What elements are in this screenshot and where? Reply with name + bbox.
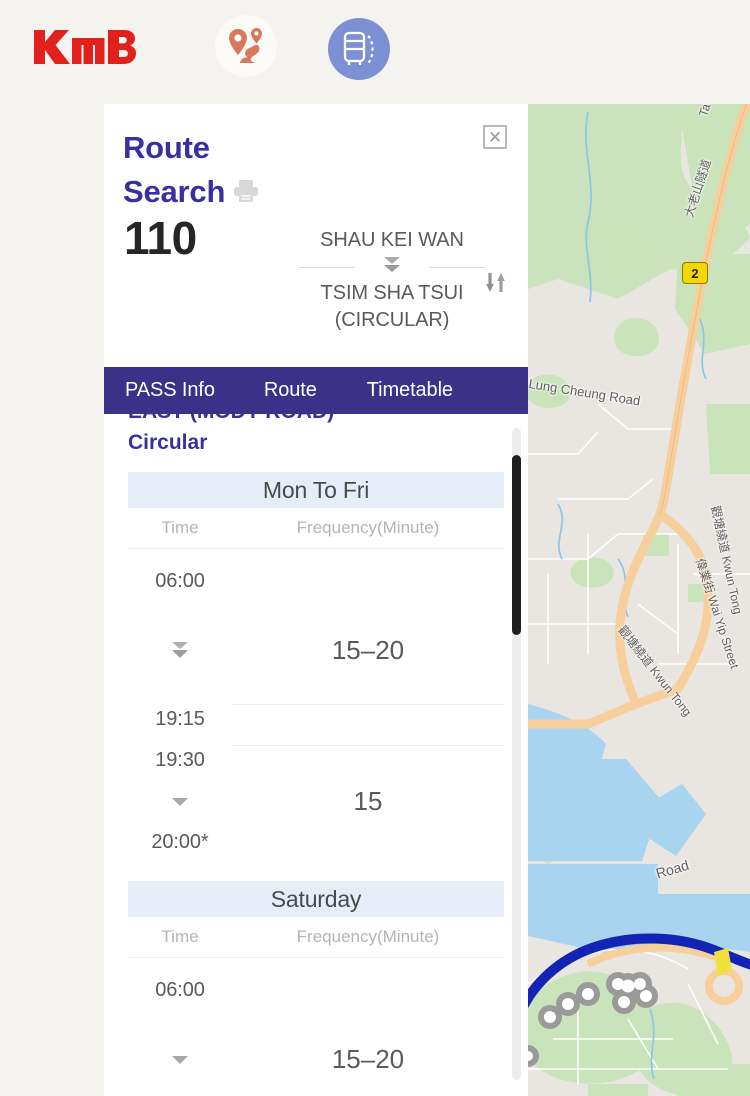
close-icon[interactable]: ✕: [483, 125, 507, 149]
destination-label: TSIM SHA TSUI: [320, 282, 464, 304]
table-row: 15–20: [128, 630, 504, 671]
table-row: 15: [128, 781, 504, 822]
printer-icon[interactable]: [233, 179, 259, 208]
column-header-time: Time: [161, 518, 199, 537]
brand-header: [0, 0, 750, 104]
panel-header: ✕ Route Search 110 SHAU KEI WAN TSIM SHA…: [104, 104, 528, 359]
chevron-double-down-icon: [381, 255, 403, 280]
table-row: 15–20: [128, 1039, 504, 1080]
cell-frequency: [232, 703, 504, 736]
table-row: 19:30: [128, 740, 504, 781]
chevron-double-down-icon: [128, 640, 232, 662]
timetable-scroll-area[interactable]: EAST (MODY ROAD) Circular Mon To Fri Tim…: [104, 414, 528, 1096]
cell-frequency: 15–20: [331, 635, 405, 665]
tab-route[interactable]: Route: [264, 367, 317, 414]
cell-frequency: 15: [353, 786, 383, 816]
day-band-saturday: Saturday: [128, 881, 504, 917]
swap-direction-icon[interactable]: [482, 268, 512, 298]
column-header-time: Time: [161, 927, 199, 946]
route-number: 110: [124, 212, 197, 264]
table-row: 19:15: [128, 699, 504, 740]
chevron-down-icon: [128, 795, 232, 809]
tab-timetable[interactable]: Timetable: [367, 367, 453, 414]
origin-label: SHAU KEI WAN: [320, 229, 464, 251]
bus-route-icon[interactable]: [328, 18, 390, 80]
column-headers-saturday: Time Frequency(Minute): [128, 917, 504, 958]
cell-time: 20:00*: [151, 831, 209, 853]
tab-bar: PASS Info Route Timetable: [104, 367, 528, 414]
cell-time: 19:30: [155, 749, 205, 771]
cell-time: 06:00: [155, 979, 205, 1001]
tab-active-indicator: [333, 296, 357, 310]
destination-note: (CIRCULAR): [334, 309, 450, 331]
column-headers-mon-fri: Time Frequency(Minute): [128, 508, 504, 549]
chevron-down-icon: [128, 1053, 232, 1067]
route-shield-marker: 2: [682, 262, 708, 284]
direction-divider: [299, 254, 485, 280]
panel-title-line1: Route: [123, 130, 210, 165]
timetable-heading-clipped: EAST (MODY ROAD): [104, 414, 528, 427]
table-row: 06:00: [128, 561, 504, 602]
panel-title: Route Search: [123, 126, 353, 214]
column-header-frequency: Frequency(Minute): [296, 927, 440, 946]
cell-frequency: [232, 744, 504, 777]
kmb-logo[interactable]: [34, 26, 136, 68]
origin-destination-block[interactable]: SHAU KEI WAN TSIM SHA TSUI (CIRCULAR): [299, 227, 485, 334]
table-row: 20:00*: [128, 822, 504, 863]
route-pin-icon[interactable]: [215, 15, 277, 77]
panel-title-line2: Search: [123, 174, 226, 209]
table-row: 06:00: [128, 970, 504, 1011]
column-header-frequency: Frequency(Minute): [296, 518, 440, 537]
cell-frequency: 15–20: [331, 1044, 405, 1074]
timetable-heading: Circular: [128, 431, 208, 454]
tab-pass-info[interactable]: PASS Info: [125, 367, 215, 414]
timetable-scrollbar-thumb[interactable]: [512, 455, 521, 635]
cell-time: 19:15: [155, 708, 205, 730]
map-view[interactable]: Tate's Cairn 大老山隧道 Lung Cheung Road 觀塘繞道…: [528, 104, 750, 1096]
route-search-panel: ✕ Route Search 110 SHAU KEI WAN TSIM SHA…: [104, 104, 528, 1096]
cell-time: 06:00: [155, 570, 205, 592]
day-band-mon-fri: Mon To Fri: [128, 472, 504, 508]
